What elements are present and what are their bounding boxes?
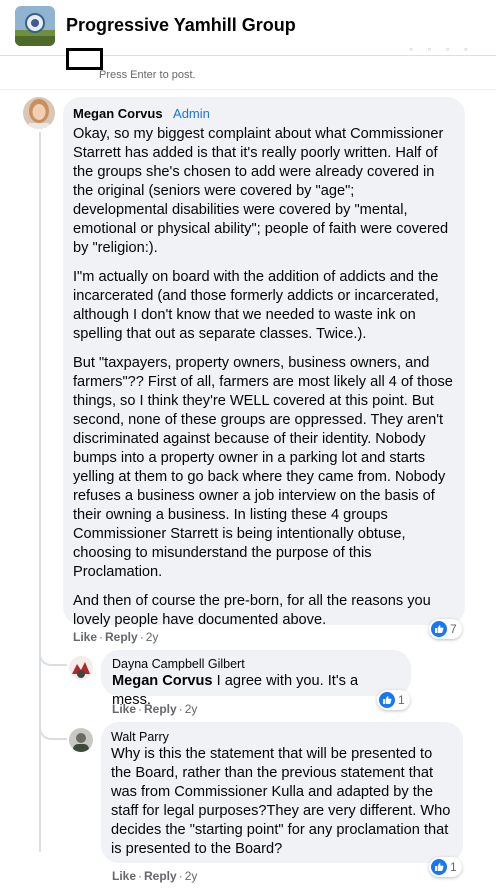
like-button[interactable]: Like [73,630,97,644]
reply-time[interactable]: 2y [185,869,198,883]
like-button[interactable]: Like [112,702,136,716]
reply-time[interactable]: 2y [185,702,198,716]
reply-button[interactable]: Reply [144,869,177,883]
reaction-count[interactable]: 1 [377,690,410,710]
group-avatar[interactable] [15,6,55,46]
thread-connector [39,716,67,740]
reply-author[interactable]: Dayna Campbell Gilbert [112,657,401,671]
reply-actions: Like · Reply · 2y [112,702,198,716]
mention-link[interactable]: Megan Corvus [112,673,213,689]
like-button[interactable]: Like [112,869,136,883]
composer-tools-icon[interactable]: ◦◦◦◦ [409,42,482,56]
comment-paragraph: I"m actually on board with the addition … [73,269,439,342]
comment-composer[interactable]: ◦◦◦◦ [70,40,490,58]
reaction-count[interactable]: 1 [429,857,462,877]
avatar[interactable] [69,728,93,752]
comment-author[interactable]: Megan Corvus [73,106,163,121]
reply-actions: Like · Reply · 2y [112,869,198,883]
reaction-number: 7 [450,622,457,636]
group-title[interactable]: Progressive Yamhill Group [66,15,296,36]
reply-button[interactable]: Reply [105,630,138,644]
reply-bubble: Walt Parry Why is this the statement tha… [101,722,463,863]
admin-badge: Admin [173,106,210,121]
comment-bubble: Megan Corvus Admin Okay, so my biggest c… [63,97,465,628]
comment-actions: Like · Reply · 2y [73,630,159,644]
thumbs-up-icon [431,621,447,637]
comment-paragraph: But "taxpayers, property owners, busines… [73,355,453,580]
reaction-number: 1 [450,860,457,874]
avatar[interactable] [23,97,55,129]
reply-button[interactable]: Reply [144,702,177,716]
reply-author[interactable]: Walt Parry [111,730,453,744]
avatar[interactable] [69,656,93,680]
redaction-box [66,48,103,70]
divider [0,89,496,90]
composer-hint: Press Enter to post. [99,69,196,81]
reaction-count[interactable]: 7 [429,619,462,639]
comment-time[interactable]: 2y [146,630,159,644]
comment-paragraph: Okay, so my biggest complaint about what… [73,126,449,256]
thread-line [39,132,41,852]
thumbs-up-icon [431,859,447,875]
reply-text: Why is this the statement that will be p… [111,746,451,857]
comment-paragraph: And then of course the pre-born, for all… [73,593,431,628]
comment-text: Okay, so my biggest complaint about what… [73,125,453,630]
reaction-number: 1 [398,693,405,707]
thumbs-up-icon [379,692,395,708]
reply-bubble: Dayna Campbell Gilbert Megan Corvus I ag… [101,650,411,708]
thread-connector [39,646,67,666]
